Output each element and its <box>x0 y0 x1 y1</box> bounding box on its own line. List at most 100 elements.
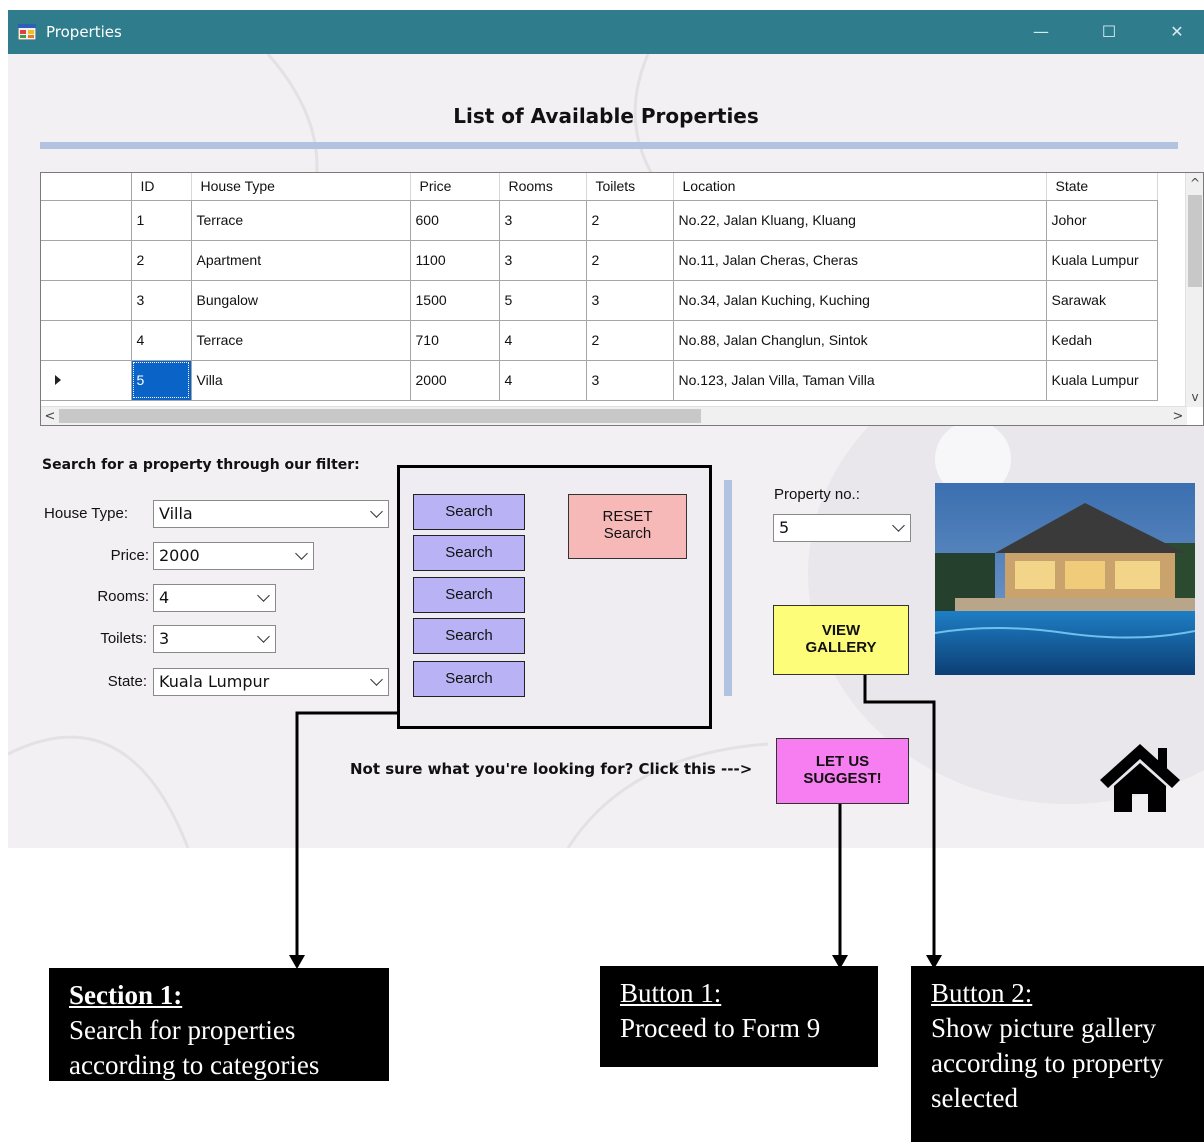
row-header[interactable] <box>41 360 132 401</box>
cell-state[interactable]: Kuala Lumpur <box>1046 240 1158 281</box>
scroll-down-icon[interactable]: v <box>1186 387 1203 407</box>
column-header-house-type[interactable]: House Type <box>191 173 411 201</box>
gallery-line2: GALLERY <box>805 639 877 656</box>
cell-price[interactable]: 600 <box>410 200 500 241</box>
search-rooms-button[interactable]: Search <box>413 577 525 613</box>
state-label: State: <box>107 673 147 690</box>
button2-line2: according to property <box>931 1048 1164 1078</box>
search-house-type-button[interactable]: Search <box>413 494 525 530</box>
cell-id-selected[interactable]: 5 <box>131 360 192 401</box>
table-row[interactable]: 2 Apartment 1100 3 2 No.11, Jalan Cheras… <box>41 240 1158 281</box>
price-select[interactable]: 2000 <box>153 542 314 570</box>
row-header[interactable] <box>41 280 132 321</box>
suggest-prompt: Not sure what you're looking for? Click … <box>350 760 753 778</box>
heading-underline <box>40 142 1178 149</box>
button1-title: Button 1: <box>620 978 722 1008</box>
property-no-select[interactable]: 5 <box>773 514 911 542</box>
cell-house-type[interactable]: Apartment <box>191 240 411 281</box>
cell-toilets[interactable]: 3 <box>586 280 674 321</box>
close-button[interactable]: ✕ <box>1154 10 1200 54</box>
scroll-right-icon[interactable]: > <box>1169 407 1187 425</box>
cell-price[interactable]: 2000 <box>410 360 500 401</box>
house-type-select[interactable]: Villa <box>153 500 389 528</box>
cell-id[interactable]: 1 <box>131 200 192 241</box>
cell-house-type[interactable]: Villa <box>191 360 411 401</box>
cell-rooms[interactable]: 3 <box>499 240 587 281</box>
state-select[interactable]: Kuala Lumpur <box>153 668 389 696</box>
cell-price[interactable]: 1100 <box>410 240 500 281</box>
search-state-button[interactable]: Search <box>413 661 525 697</box>
row-header[interactable] <box>41 240 132 281</box>
cell-location[interactable]: No.22, Jalan Kluang, Kluang <box>673 200 1047 241</box>
house-type-label: House Type: <box>44 505 128 522</box>
cell-house-type[interactable]: Terrace <box>191 200 411 241</box>
button2-callout: Button 2: Show picture gallery according… <box>911 966 1204 1142</box>
cell-id[interactable]: 4 <box>131 320 192 361</box>
horizontal-scrollbar[interactable]: < > <box>41 406 1187 425</box>
view-gallery-button[interactable]: VIEW GALLERY <box>773 605 909 675</box>
column-header-state[interactable]: State <box>1046 173 1158 201</box>
column-header-rooms[interactable]: Rooms <box>499 173 587 201</box>
cell-toilets[interactable]: 2 <box>586 320 674 361</box>
cell-state[interactable]: Kedah <box>1046 320 1158 361</box>
vertical-scroll-thumb[interactable] <box>1188 195 1202 287</box>
app-icon <box>18 24 36 40</box>
cell-location[interactable]: No.88, Jalan Changlun, Sintok <box>673 320 1047 361</box>
rooms-select[interactable]: 4 <box>153 584 276 612</box>
table-row[interactable]: 3 Bungalow 1500 5 3 No.34, Jalan Kuching… <box>41 280 1158 321</box>
filter-title: Search for a property through our filter… <box>42 457 360 473</box>
cell-location[interactable]: No.11, Jalan Cheras, Cheras <box>673 240 1047 281</box>
cell-rooms[interactable]: 4 <box>499 320 587 361</box>
price-value: 2000 <box>159 546 200 565</box>
cell-toilets[interactable]: 2 <box>586 240 674 281</box>
cell-id[interactable]: 3 <box>131 280 192 321</box>
cell-rooms[interactable]: 3 <box>499 200 587 241</box>
reset-search-button[interactable]: RESET Search <box>568 494 687 559</box>
table-row-selected[interactable]: 5 Villa 2000 4 3 No.123, Jalan Villa, Ta… <box>41 360 1158 401</box>
cell-house-type[interactable]: Terrace <box>191 320 411 361</box>
cell-state[interactable]: Sarawak <box>1046 280 1158 321</box>
row-header[interactable] <box>41 200 132 241</box>
section1-callout: Section 1: Search for properties accordi… <box>49 968 389 1081</box>
column-header-location[interactable]: Location <box>673 173 1047 201</box>
cell-state[interactable]: Johor <box>1046 200 1158 241</box>
maximize-button[interactable]: ☐ <box>1086 10 1132 54</box>
home-icon[interactable] <box>1100 742 1180 814</box>
suggest-line2: SUGGEST! <box>803 770 882 787</box>
toilets-select[interactable]: 3 <box>153 625 276 653</box>
scroll-up-icon[interactable]: ^ <box>1186 173 1203 193</box>
table-row[interactable]: 1 Terrace 600 3 2 No.22, Jalan Kluang, K… <box>41 200 1158 241</box>
cell-state[interactable]: Kuala Lumpur <box>1046 360 1158 401</box>
column-header-price[interactable]: Price <box>410 173 500 201</box>
vertical-scrollbar[interactable]: ^ v <box>1185 173 1203 407</box>
scroll-left-icon[interactable]: < <box>41 407 59 425</box>
cell-id[interactable]: 2 <box>131 240 192 281</box>
cell-rooms[interactable]: 5 <box>499 280 587 321</box>
section1-line1: Search for properties <box>69 1015 296 1045</box>
properties-grid[interactable]: ID House Type Price Rooms Toilets Locati… <box>40 172 1204 426</box>
column-header-toilets[interactable]: Toilets <box>586 173 674 201</box>
row-header[interactable] <box>41 320 132 361</box>
cell-toilets[interactable]: 2 <box>586 200 674 241</box>
cell-toilets[interactable]: 3 <box>586 360 674 401</box>
search-price-button[interactable]: Search <box>413 535 525 571</box>
cell-price[interactable]: 710 <box>410 320 500 361</box>
cell-rooms[interactable]: 4 <box>499 360 587 401</box>
horizontal-scroll-thumb[interactable] <box>59 409 701 423</box>
vertical-divider <box>724 480 732 696</box>
let-us-suggest-button[interactable]: LET US SUGGEST! <box>776 738 909 804</box>
property-no-value: 5 <box>779 518 790 537</box>
search-toilets-button[interactable]: Search <box>413 618 525 654</box>
row-header-corner <box>41 173 132 201</box>
properties-window: Properties — ☐ ✕ List of Available Prope… <box>8 10 1204 848</box>
button1-line1: Proceed to Form 9 <box>620 1013 821 1043</box>
table-row[interactable]: 4 Terrace 710 4 2 No.88, Jalan Changlun,… <box>41 320 1158 361</box>
cell-location[interactable]: No.34, Jalan Kuching, Kuching <box>673 280 1047 321</box>
column-header-id[interactable]: ID <box>131 173 192 201</box>
minimize-button[interactable]: — <box>1018 10 1064 54</box>
cell-house-type[interactable]: Bungalow <box>191 280 411 321</box>
cell-location[interactable]: No.123, Jalan Villa, Taman Villa <box>673 360 1047 401</box>
cell-price[interactable]: 1500 <box>410 280 500 321</box>
section1-title: Section 1: <box>69 980 183 1010</box>
price-label: Price: <box>110 547 149 564</box>
